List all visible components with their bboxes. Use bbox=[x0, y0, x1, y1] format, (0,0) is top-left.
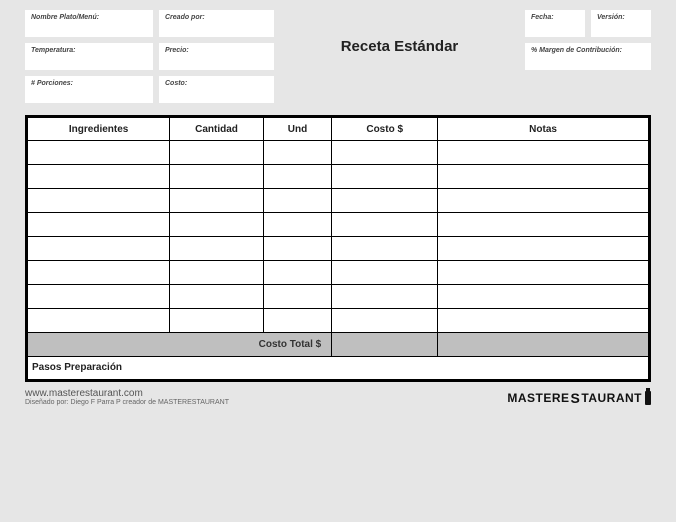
field-margen[interactable]: % Margen de Contribución: bbox=[525, 43, 651, 70]
table-row[interactable] bbox=[27, 285, 650, 309]
field-version[interactable]: Versión: bbox=[591, 10, 651, 37]
field-costo[interactable]: Costo: bbox=[159, 76, 274, 103]
tower-icon bbox=[645, 391, 651, 405]
table-row[interactable] bbox=[27, 189, 650, 213]
field-nombre-plato[interactable]: Nombre Plato/Menú: bbox=[25, 10, 153, 37]
field-creado-por[interactable]: Creado por: bbox=[159, 10, 274, 37]
prep-row: Pasos Preparación bbox=[27, 357, 650, 381]
page-title-area: Receta Estándar bbox=[284, 10, 515, 55]
logo-text-b: TAURANT bbox=[581, 391, 642, 405]
table-row[interactable] bbox=[27, 261, 650, 285]
total-row: Costo Total $ bbox=[27, 333, 650, 357]
col-header-costo: Costo $ bbox=[332, 117, 438, 141]
brand-logo: MASTERESTAURANT bbox=[507, 390, 651, 406]
field-fecha[interactable]: Fecha: bbox=[525, 10, 585, 37]
col-header-notas: Notas bbox=[438, 117, 650, 141]
table-row[interactable] bbox=[27, 213, 650, 237]
col-header-cantidad: Cantidad bbox=[170, 117, 263, 141]
table-row[interactable] bbox=[27, 309, 650, 333]
page-footer: www.masterestaurant.com Diseñado por: Di… bbox=[25, 388, 651, 406]
field-porciones[interactable]: # Porciones: bbox=[25, 76, 153, 103]
table-header-row: Ingredientes Cantidad Und Costo $ Notas bbox=[27, 117, 650, 141]
total-label: Costo Total $ bbox=[27, 333, 332, 357]
page-title: Receta Estándar bbox=[284, 38, 515, 55]
table-row[interactable] bbox=[27, 165, 650, 189]
table-row[interactable] bbox=[27, 141, 650, 165]
header-fields-row: Nombre Plato/Menú: Creado por: Temperatu… bbox=[25, 10, 651, 103]
total-value[interactable] bbox=[332, 333, 438, 357]
logo-text-s: S bbox=[571, 390, 581, 406]
left-field-group: Nombre Plato/Menú: Creado por: Temperatu… bbox=[25, 10, 274, 103]
field-precio[interactable]: Precio: bbox=[159, 43, 274, 70]
col-header-ingredientes: Ingredientes bbox=[27, 117, 170, 141]
prep-label: Pasos Preparación bbox=[32, 362, 644, 373]
col-header-und: Und bbox=[263, 117, 332, 141]
total-notes bbox=[438, 333, 650, 357]
table-row[interactable] bbox=[27, 237, 650, 261]
field-temperatura[interactable]: Temperatura: bbox=[25, 43, 153, 70]
footer-url: www.masterestaurant.com bbox=[25, 388, 229, 399]
right-field-group: Fecha: Versión: % Margen de Contribución… bbox=[525, 10, 651, 70]
recipe-table: Ingredientes Cantidad Und Costo $ Notas … bbox=[25, 115, 651, 382]
logo-text-a: MASTERE bbox=[507, 391, 569, 405]
footer-credit: Diseñado por: Diego F Parra P creador de… bbox=[25, 399, 229, 406]
